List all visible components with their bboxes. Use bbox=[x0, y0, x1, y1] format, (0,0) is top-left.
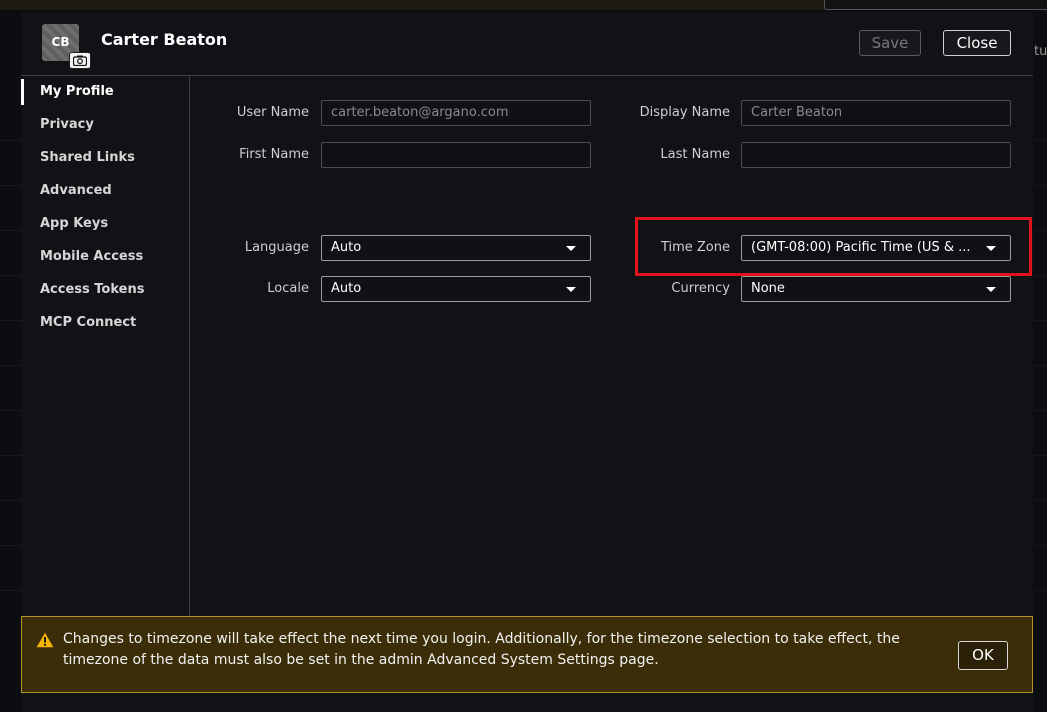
sidebar-item-shared-links[interactable]: Shared Links bbox=[21, 145, 189, 171]
language-select[interactable]: Auto bbox=[321, 235, 591, 261]
locale-label: Locale bbox=[267, 281, 309, 296]
background-search-input[interactable] bbox=[824, 0, 1047, 10]
camera-icon[interactable] bbox=[69, 52, 91, 69]
sidebar-item-access-tokens[interactable]: Access Tokens bbox=[21, 277, 189, 303]
locale-select[interactable]: Auto bbox=[321, 276, 591, 302]
ok-button[interactable]: OK bbox=[958, 641, 1008, 670]
sidebar-item-privacy[interactable]: Privacy bbox=[21, 112, 189, 138]
warning-icon bbox=[36, 632, 54, 648]
sidebar-item-mcp-connect[interactable]: MCP Connect bbox=[21, 310, 189, 336]
sidebar-item-my-profile[interactable]: My Profile bbox=[21, 79, 189, 105]
chevron-down-icon bbox=[566, 287, 576, 292]
user-name-label: User Name bbox=[236, 105, 309, 120]
currency-label: Currency bbox=[671, 281, 730, 296]
locale-value: Auto bbox=[331, 281, 362, 296]
display-name-label: Display Name bbox=[639, 105, 730, 120]
sidebar-item-mobile-access[interactable]: Mobile Access bbox=[21, 244, 189, 270]
time-zone-highlight bbox=[635, 217, 1032, 276]
background-text: tu bbox=[1034, 44, 1047, 59]
sidebar-item-app-keys[interactable]: App Keys bbox=[21, 211, 189, 237]
user-name-field[interactable]: carter.beaton@argano.com bbox=[321, 100, 591, 126]
language-label: Language bbox=[244, 240, 309, 255]
close-button[interactable]: Close bbox=[943, 30, 1011, 56]
display-name-field[interactable]: Carter Beaton bbox=[741, 100, 1011, 126]
currency-select[interactable]: None bbox=[741, 276, 1011, 302]
first-name-label: First Name bbox=[239, 147, 309, 162]
language-value: Auto bbox=[331, 240, 362, 255]
last-name-field[interactable] bbox=[741, 142, 1011, 168]
dialog-header: CB Carter Beaton Save Close bbox=[21, 12, 1033, 76]
chevron-down-icon bbox=[566, 246, 576, 251]
dialog-title: Carter Beaton bbox=[101, 30, 228, 49]
save-button[interactable]: Save bbox=[859, 30, 921, 56]
timezone-warning-banner: Changes to timezone will take effect the… bbox=[21, 616, 1033, 693]
chevron-down-icon bbox=[986, 287, 996, 292]
sidebar: My Profile Privacy Shared Links Advanced… bbox=[21, 76, 190, 616]
sidebar-item-advanced[interactable]: Advanced bbox=[21, 178, 189, 204]
first-name-field[interactable] bbox=[321, 142, 591, 168]
profile-dialog: CB Carter Beaton Save Close My Profile P… bbox=[21, 12, 1033, 712]
warning-message: Changes to timezone will take effect the… bbox=[63, 631, 900, 668]
currency-value: None bbox=[751, 281, 785, 296]
last-name-label: Last Name bbox=[660, 147, 730, 162]
